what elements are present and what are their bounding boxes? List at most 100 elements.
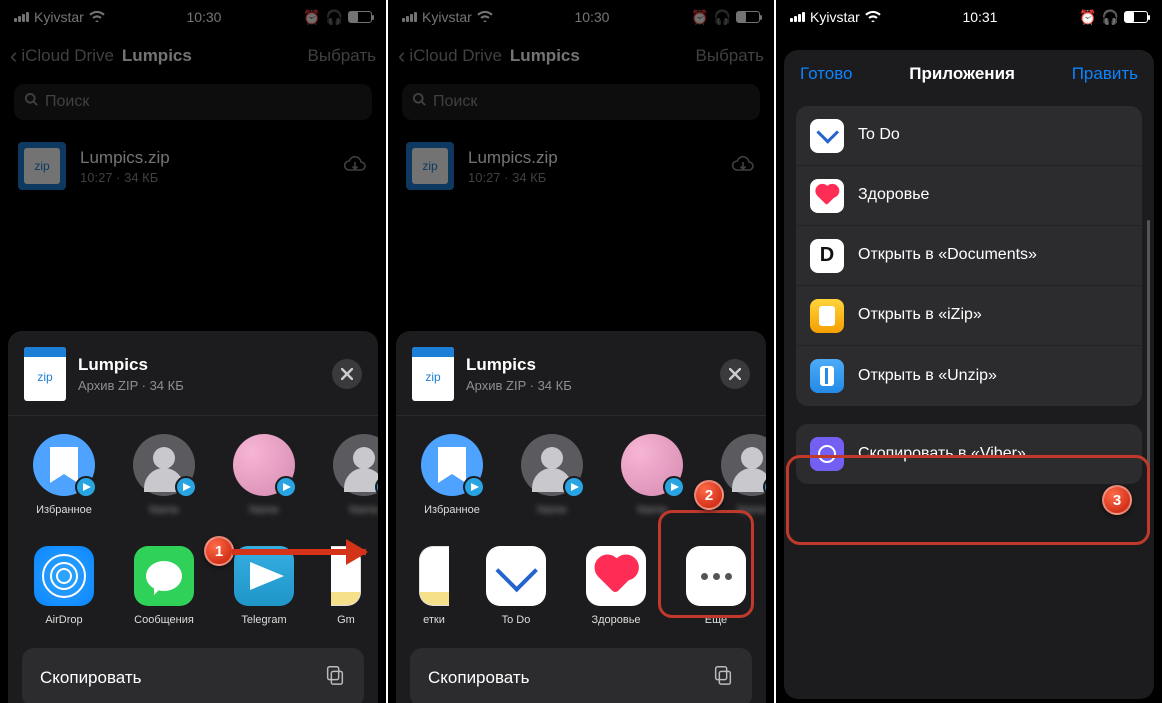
chevron-left-icon: ‹: [398, 45, 405, 67]
share-header: zip Lumpics Архив ZIP · 34 КБ: [396, 331, 766, 416]
back-label: iCloud Drive: [409, 46, 502, 66]
done-button[interactable]: Готово: [800, 64, 853, 84]
close-button[interactable]: [332, 359, 362, 389]
status-bar: Kyivstar 10:31 ⏰ 🎧: [776, 0, 1162, 34]
status-bar: Kyivstar 10:30 ⏰ 🎧: [388, 0, 774, 34]
app-label: Еще: [705, 614, 727, 626]
file-row[interactable]: zip Lumpics.zip 10:27 · 34 КБ: [388, 130, 774, 202]
copy-icon: [324, 664, 346, 691]
contact-favorite[interactable]: Избранное: [412, 434, 492, 516]
battery-icon: [736, 11, 760, 23]
signal-icon: [790, 12, 805, 22]
apps-sheet: Готово Приложения Править To Do Здоровье…: [784, 50, 1154, 699]
apps-sheet-title: Приложения: [909, 64, 1015, 84]
back-button[interactable]: ‹ iCloud Drive Lumpics: [398, 45, 580, 67]
contact-label: Избранное: [36, 504, 92, 516]
search-placeholder: Поиск: [433, 93, 477, 111]
apps-list-bottom: Скопировать в «Viber»: [796, 424, 1142, 484]
file-row[interactable]: zip Lumpics.zip 10:27 · 34 КБ: [0, 130, 386, 202]
contact-label: Name: [737, 504, 766, 516]
contacts-row: Избранное Name Name Name: [8, 416, 378, 528]
app-row-izip[interactable]: Открыть в «iZip»: [796, 286, 1142, 346]
share-title: Lumpics: [466, 355, 572, 375]
app-row-unzip[interactable]: Открыть в «Unzip»: [796, 346, 1142, 406]
cloud-download-icon[interactable]: [342, 153, 368, 180]
file-meta: 10:27 · 34 КБ: [468, 170, 558, 185]
app-row-label: To Do: [858, 125, 1128, 146]
scrollbar[interactable]: [1147, 220, 1150, 520]
app-row-label: Открыть в «iZip»: [858, 305, 1128, 326]
app-row-todo[interactable]: To Do: [796, 106, 1142, 166]
contact-label: Name: [249, 504, 278, 516]
app-airdrop[interactable]: AirDrop: [24, 546, 104, 626]
back-label: iCloud Drive: [21, 46, 114, 66]
app-row-label: Здоровье: [858, 185, 1128, 206]
phone-screen-3: Kyivstar 10:31 ⏰ 🎧 Готово Приложения Пра…: [776, 0, 1162, 703]
share-subtitle: Архив ZIP · 34 КБ: [466, 378, 572, 393]
nav-bar: ‹ iCloud Drive Lumpics Выбрать: [0, 34, 386, 78]
app-more[interactable]: Еще: [676, 546, 756, 626]
viber-icon: [810, 437, 844, 471]
select-button[interactable]: Выбрать: [308, 46, 376, 66]
app-label: Сообщения: [134, 614, 194, 626]
search-icon: [24, 92, 39, 112]
app-row-health[interactable]: Здоровье: [796, 166, 1142, 226]
battery-icon: [348, 11, 372, 23]
contact-label: Избранное: [424, 504, 480, 516]
battery-icon: [1124, 11, 1148, 23]
phone-screen-2: Kyivstar 10:30 ⏰ 🎧 ‹ iCloud Drive Lumpic…: [388, 0, 774, 703]
back-button[interactable]: ‹ iCloud Drive Lumpics: [10, 45, 192, 67]
copy-action[interactable]: Скопировать: [410, 648, 752, 703]
telegram-badge-icon: [663, 476, 685, 498]
folder-title: Lumpics: [122, 46, 192, 66]
file-meta: 10:27 · 34 КБ: [80, 170, 170, 185]
zip-file-icon: zip: [18, 142, 66, 190]
carrier-label: Kyivstar: [810, 9, 860, 25]
edit-button[interactable]: Править: [1072, 64, 1138, 84]
headphones-icon: 🎧: [326, 9, 343, 26]
apps-row: AirDrop Сообщения Telegram Gm: [8, 528, 378, 638]
app-todo[interactable]: To Do: [476, 546, 556, 626]
telegram-badge-icon: [275, 476, 297, 498]
file-name: Lumpics.zip: [468, 148, 558, 168]
alarm-icon: ⏰: [303, 9, 320, 26]
search-icon: [412, 92, 427, 112]
contact-item[interactable]: Name: [712, 434, 766, 516]
zip-file-icon: zip: [406, 142, 454, 190]
contact-label: Name: [149, 504, 178, 516]
app-health[interactable]: Здоровье: [576, 546, 656, 626]
apps-row: етки To Do Здоровье Еще: [396, 528, 766, 638]
clock: 10:30: [186, 9, 221, 25]
clock: 10:30: [574, 9, 609, 25]
select-button[interactable]: Выбрать: [696, 46, 764, 66]
app-clipped-notes[interactable]: етки: [412, 546, 456, 626]
share-subtitle: Архив ZIP · 34 КБ: [78, 378, 184, 393]
share-title: Lumpics: [78, 355, 184, 375]
app-telegram[interactable]: Telegram: [224, 546, 304, 626]
share-sheet: zip Lumpics Архив ZIP · 34 КБ Избранное …: [396, 331, 766, 703]
copy-action[interactable]: Скопировать: [22, 648, 364, 703]
signal-icon: [402, 12, 417, 22]
close-button[interactable]: [720, 359, 750, 389]
app-label: Gm: [337, 614, 355, 626]
app-row-documents[interactable]: D Открыть в «Documents»: [796, 226, 1142, 286]
contacts-row: Избранное Name Name Name: [396, 416, 766, 528]
app-row-label: Открыть в «Documents»: [858, 245, 1128, 266]
contact-item[interactable]: Name: [324, 434, 378, 516]
chevron-left-icon: ‹: [10, 45, 17, 67]
cloud-download-icon[interactable]: [730, 153, 756, 180]
clock: 10:31: [962, 9, 997, 25]
app-messages[interactable]: Сообщения: [124, 546, 204, 626]
contact-item[interactable]: Name: [612, 434, 692, 516]
dim-backdrop: Kyivstar 10:30 ⏰ 🎧 ‹ iCloud Drive Lumpic…: [388, 0, 774, 202]
contact-item[interactable]: Name: [224, 434, 304, 516]
apps-list-top: To Do Здоровье D Открыть в «Documents» О…: [796, 106, 1142, 406]
search-input[interactable]: Поиск: [402, 84, 760, 120]
app-label: To Do: [502, 614, 531, 626]
search-input[interactable]: Поиск: [14, 84, 372, 120]
app-clipped[interactable]: Gm: [324, 546, 368, 626]
app-row-viber[interactable]: Скопировать в «Viber»: [796, 424, 1142, 484]
contact-favorite[interactable]: Избранное: [24, 434, 104, 516]
contact-item[interactable]: Name: [124, 434, 204, 516]
contact-item[interactable]: Name: [512, 434, 592, 516]
